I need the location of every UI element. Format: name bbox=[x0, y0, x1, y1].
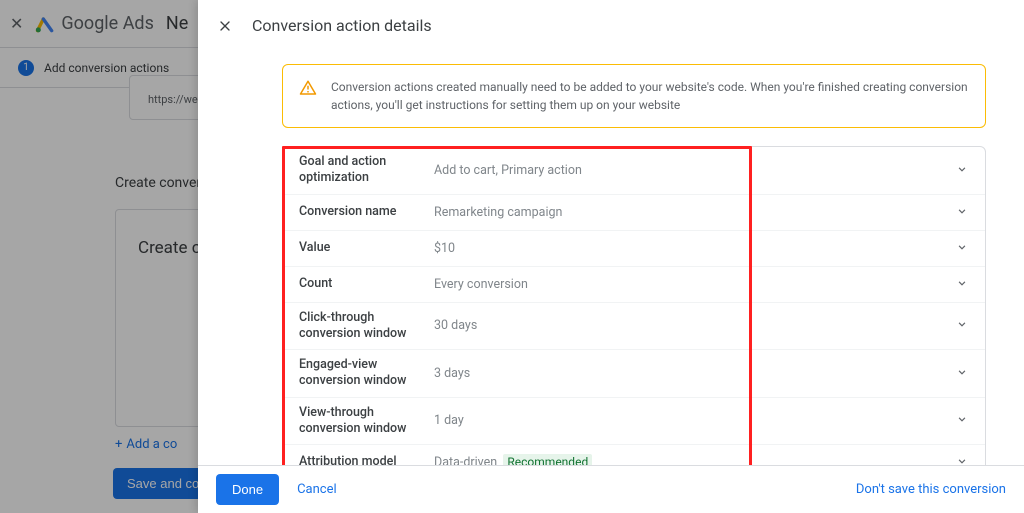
conversion-details-modal: Conversion action details Conversion act… bbox=[198, 0, 1024, 513]
chevron-down-icon bbox=[955, 316, 969, 335]
row-count[interactable]: Count Every conversion bbox=[283, 267, 985, 303]
row-value: Data-driven Recommended bbox=[434, 455, 955, 465]
info-alert: Conversion actions created manually need… bbox=[282, 64, 986, 128]
row-value: $10 bbox=[434, 241, 955, 256]
row-attribution[interactable]: Attribution model Data-driven Recommende… bbox=[283, 445, 985, 465]
row-label: Value bbox=[299, 240, 434, 256]
row-label: Click-through conversion window bbox=[299, 310, 434, 343]
modal-title: Conversion action details bbox=[252, 16, 432, 35]
chevron-down-icon bbox=[955, 453, 969, 465]
row-value: Add to cart, Primary action bbox=[434, 163, 955, 178]
row-label: Goal and action optimization bbox=[299, 154, 434, 187]
row-label: Count bbox=[299, 276, 434, 292]
row-value: 3 days bbox=[434, 366, 955, 381]
done-button[interactable]: Done bbox=[216, 474, 279, 505]
row-label: View-through conversion window bbox=[299, 405, 434, 438]
close-icon bbox=[217, 18, 233, 34]
chevron-down-icon bbox=[955, 203, 969, 222]
close-button[interactable] bbox=[214, 15, 236, 37]
row-value: Remarketing campaign bbox=[434, 205, 955, 220]
chevron-down-icon bbox=[955, 411, 969, 430]
chevron-down-icon bbox=[955, 239, 969, 258]
chevron-down-icon bbox=[955, 364, 969, 383]
chevron-down-icon bbox=[955, 161, 969, 180]
dont-save-button[interactable]: Don't save this conversion bbox=[856, 482, 1006, 497]
modal-header: Conversion action details bbox=[198, 0, 1024, 52]
row-view-through[interactable]: View-through conversion window 1 day bbox=[283, 398, 985, 446]
row-value: Every conversion bbox=[434, 277, 955, 292]
modal-footer: Done Cancel Don't save this conversion bbox=[198, 465, 1024, 513]
row-goal-action[interactable]: Goal and action optimization Add to cart… bbox=[283, 147, 985, 195]
warning-icon bbox=[299, 79, 317, 97]
modal-body: Conversion actions created manually need… bbox=[198, 52, 1024, 465]
row-label: Attribution model bbox=[299, 454, 434, 465]
row-engaged-view[interactable]: Engaged-view conversion window 3 days bbox=[283, 350, 985, 398]
row-conversion-name[interactable]: Conversion name Remarketing campaign bbox=[283, 195, 985, 231]
row-label: Engaged-view conversion window bbox=[299, 357, 434, 390]
recommended-badge: Recommended bbox=[503, 454, 592, 465]
row-value: 1 day bbox=[434, 413, 955, 428]
alert-text: Conversion actions created manually need… bbox=[331, 78, 969, 114]
details-panel: Goal and action optimization Add to cart… bbox=[282, 146, 986, 465]
row-value: 30 days bbox=[434, 318, 955, 333]
row-click-through[interactable]: Click-through conversion window 30 days bbox=[283, 303, 985, 351]
row-label: Conversion name bbox=[299, 204, 434, 220]
row-value[interactable]: Value $10 bbox=[283, 231, 985, 267]
chevron-down-icon bbox=[955, 275, 969, 294]
cancel-button[interactable]: Cancel bbox=[297, 482, 337, 497]
